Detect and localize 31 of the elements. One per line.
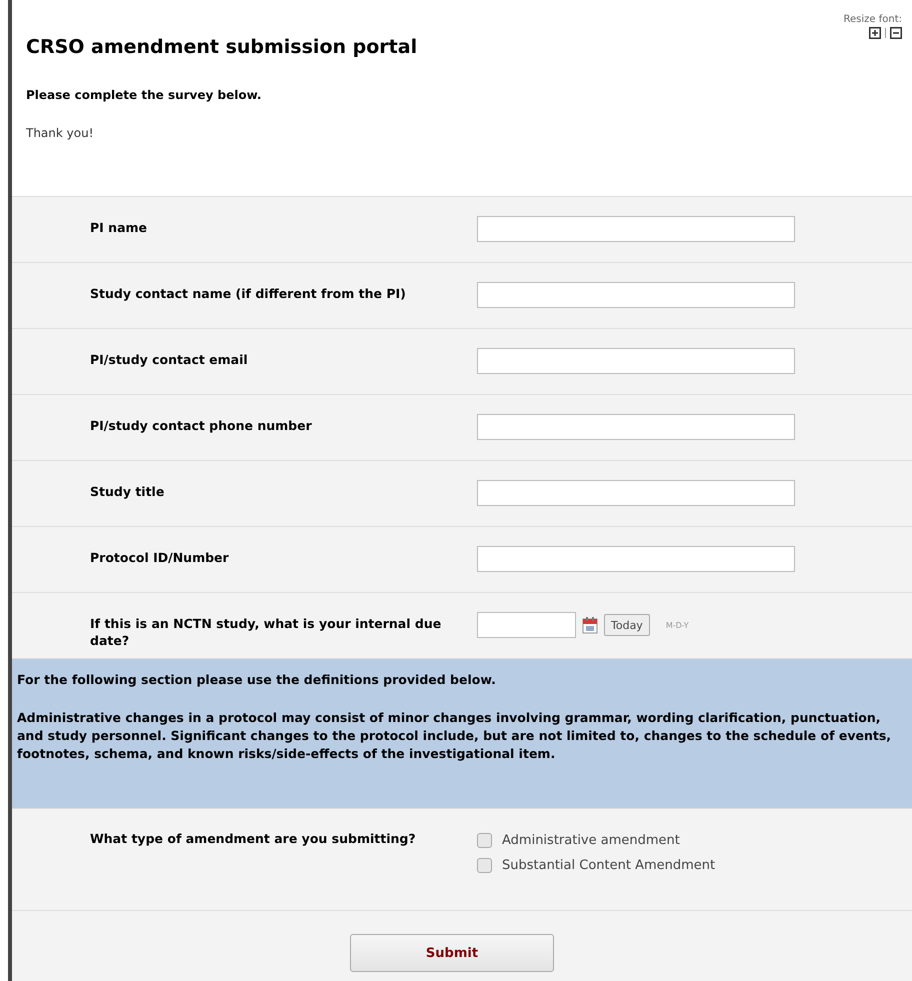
definitions-text: Administrative changes in a protocol may consist of minor changes involving grammar, wording clarification, punctuation, and study personnel. Significant changes to the protocol include, but are not limited to, changes to the schedule of events, footnotes, schema, and known risks/side-effects of the investigational item.: [17, 709, 892, 763]
today-button[interactable]: Today: [604, 614, 650, 636]
question-label: What type of amendment are you submitting?: [89, 831, 417, 848]
text-field[interactable]: [477, 414, 795, 440]
text-field[interactable]: [477, 348, 795, 374]
text-field[interactable]: [477, 546, 795, 572]
field-label: Protocol ID/Number: [89, 549, 230, 566]
page-title: CRSO amendment submission portal: [26, 36, 418, 58]
intro-text: Please complete the survey below.: [26, 88, 262, 102]
checkbox[interactable]: [477, 833, 492, 848]
field-label: If this is an NCTN study, what is your internal due date?: [89, 615, 442, 649]
field-label: Study title: [89, 483, 166, 500]
calendar-icon[interactable]: [582, 616, 598, 634]
submit-button[interactable]: Submit: [350, 934, 554, 972]
checkbox-label[interactable]: Substantial Content Amendment: [502, 858, 716, 873]
text-field[interactable]: [477, 216, 795, 242]
text-field[interactable]: [477, 282, 795, 308]
date-format-hint: M-D-Y: [666, 620, 689, 630]
section-heading: For the following section please use the definitions provided below.: [17, 671, 497, 689]
thank-you-text: Thank you!: [26, 126, 94, 140]
field-label: PI/study contact phone number: [89, 417, 313, 434]
decrease-font-icon[interactable]: [890, 27, 902, 39]
increase-font-icon[interactable]: [869, 27, 881, 39]
date-field[interactable]: [477, 612, 576, 638]
field-label: Study contact name (if different from the PI): [89, 285, 407, 302]
field-label: PI name: [89, 219, 148, 236]
text-field[interactable]: [477, 480, 795, 506]
field-label: PI/study contact email: [89, 351, 249, 368]
checkbox[interactable]: [477, 858, 492, 873]
checkbox-label[interactable]: Administrative amendment: [502, 833, 680, 848]
resize-font-label: Resize font:: [844, 14, 902, 25]
